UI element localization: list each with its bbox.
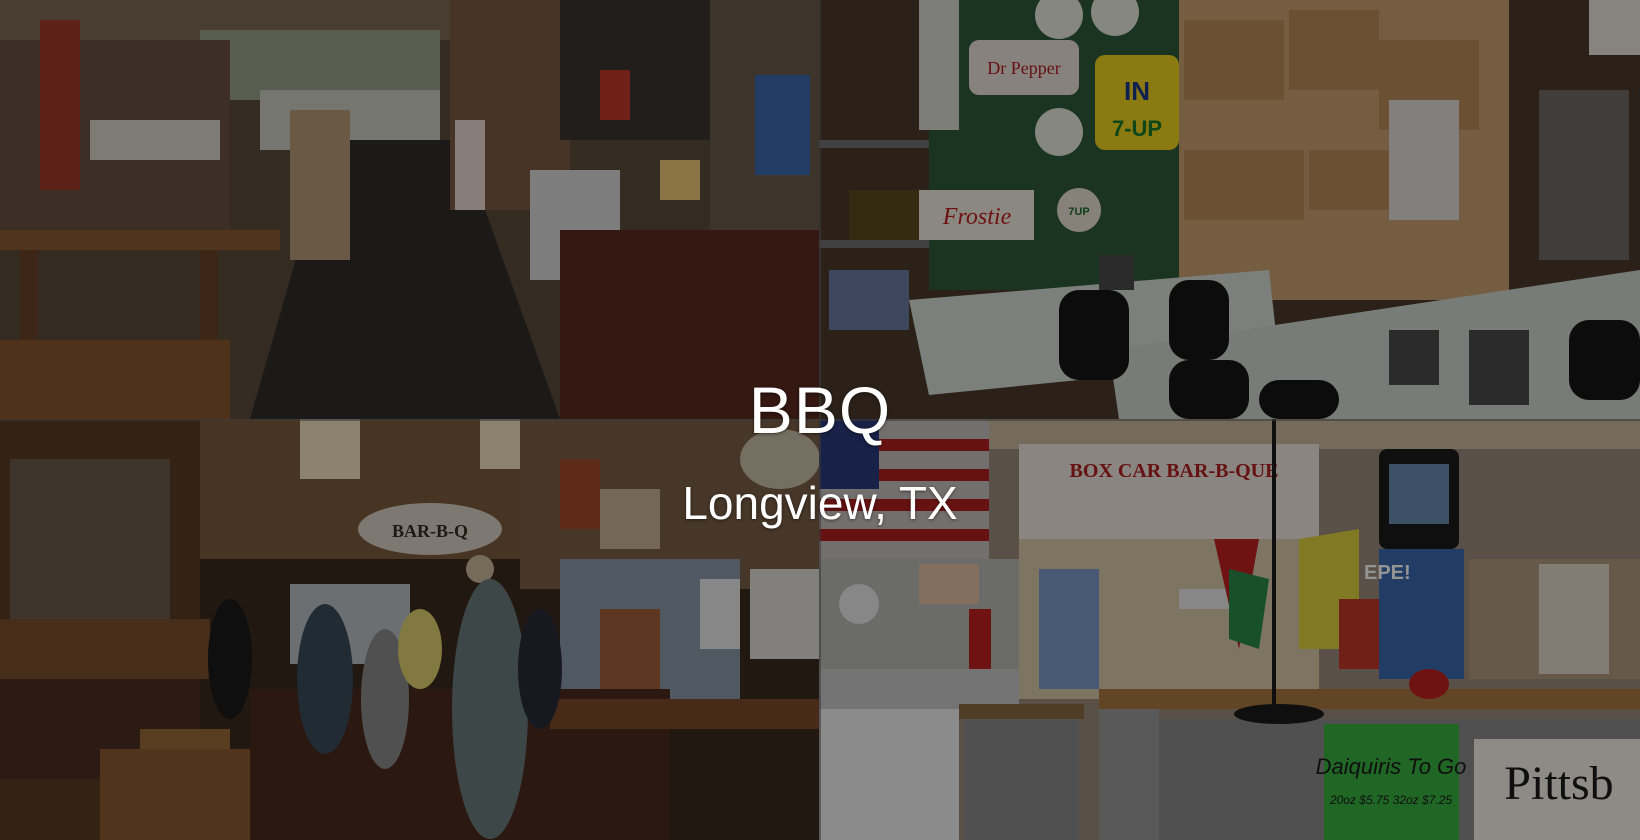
daiquiris-prices: 20oz $5.75 32oz $7.25: [1329, 793, 1452, 807]
pepsi-sign: EPE!: [1364, 562, 1411, 584]
photo-dining-room: Dr Pepper IN 7-UP Frostie 7UP: [819, 0, 1640, 419]
photo-store-interior: [0, 0, 819, 419]
caption-title: BBQ: [748, 373, 892, 447]
dr-pepper-sign: Dr Pepper: [987, 58, 1060, 78]
frostie-sign: Frostie: [942, 204, 1012, 230]
daiquiris-poster: Daiquiris To Go: [1316, 754, 1467, 779]
seven-up-arrow-text: IN: [1124, 76, 1150, 106]
pittsburg-sign: Pittsb: [1504, 757, 1613, 810]
seven-up-small-sign: 7UP: [1068, 206, 1089, 218]
caption-location: Longview, TX: [682, 477, 958, 529]
seven-up-sign: 7-UP: [1112, 116, 1162, 141]
